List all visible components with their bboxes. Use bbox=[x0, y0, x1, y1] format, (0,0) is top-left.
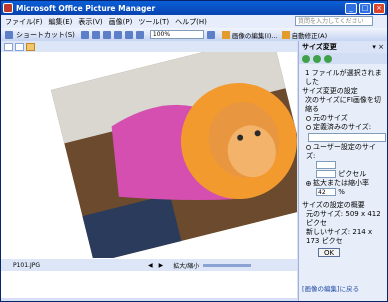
menu-view[interactable]: 表示(V) bbox=[78, 17, 102, 27]
menu-bar: ファイル(F) 編集(E) 表示(V) 画像(P) ツール(T) ヘルプ(H) … bbox=[1, 15, 387, 28]
custom-height-input[interactable] bbox=[316, 170, 336, 178]
app-window: Microsoft Office Picture Manager _ □ × フ… bbox=[0, 0, 388, 302]
paste-icon[interactable] bbox=[124, 30, 133, 39]
percent-unit: % bbox=[338, 188, 345, 196]
custom-size-radio[interactable] bbox=[306, 144, 311, 150]
task-pane-nav bbox=[299, 53, 387, 64]
task-pane: サイズ変更 ▾ × 1 ファイルが選択されました サイズ変更の設定 次のサイズに… bbox=[298, 41, 387, 301]
back-icon[interactable] bbox=[302, 54, 310, 63]
zoom-label: 拡大/縮小 bbox=[173, 262, 200, 270]
predefined-size-radio[interactable] bbox=[306, 124, 311, 130]
edit-pictures-button[interactable]: 画像の編集(I)... bbox=[221, 30, 278, 40]
help-search-input[interactable]: 質問を入力してください bbox=[295, 16, 373, 26]
maximize-button[interactable]: □ bbox=[359, 2, 371, 14]
edit-icon bbox=[221, 30, 230, 39]
print-icon[interactable] bbox=[91, 30, 100, 39]
auto-correct-icon bbox=[281, 30, 290, 39]
task-pane-close-icon[interactable]: ▾ × bbox=[372, 43, 384, 51]
prev-button[interactable]: ◀ bbox=[148, 262, 153, 269]
percent-radio[interactable] bbox=[306, 180, 311, 186]
view-bar bbox=[1, 41, 297, 52]
cut-icon[interactable] bbox=[102, 30, 111, 39]
auto-correct-button[interactable]: 自動修正(A) bbox=[281, 30, 328, 40]
resize-section-title: サイズ変更の設定 bbox=[302, 87, 358, 95]
app-icon bbox=[3, 3, 13, 13]
auto-correct-label: 自動修正(A) bbox=[291, 31, 328, 40]
original-size-label: 元のサイズ bbox=[313, 114, 348, 122]
percent-input[interactable]: 42 bbox=[316, 188, 336, 196]
new-size-summary-label: 新しいサイズ: bbox=[306, 228, 351, 236]
custom-width-input[interactable] bbox=[316, 161, 336, 169]
toolbar: ショートカット(S) 100% 画像の編集(I)... 自動修正(A) bbox=[1, 28, 387, 41]
task-pane-header: サイズ変更 ▾ × bbox=[299, 41, 387, 53]
ok-button[interactable]: OK bbox=[318, 248, 340, 257]
status-filename: P101.JPG bbox=[13, 261, 41, 269]
copy-icon[interactable] bbox=[113, 30, 122, 39]
title-bar: Microsoft Office Picture Manager _ □ × bbox=[1, 1, 387, 15]
resize-to-label: 次のサイズにFI画像を切縮る bbox=[305, 96, 381, 113]
shortcut-button[interactable]: ショートカット(S) bbox=[16, 30, 75, 40]
home-icon[interactable] bbox=[324, 54, 332, 63]
back-to-edit-link[interactable]: [画像の編集]に戻る bbox=[302, 283, 359, 293]
rotate-icon[interactable] bbox=[206, 30, 215, 39]
thumbnail-view-button[interactable] bbox=[4, 42, 13, 51]
zoom-select[interactable]: 100% bbox=[149, 30, 204, 39]
menu-file[interactable]: ファイル(F) bbox=[5, 17, 43, 27]
undo-icon[interactable] bbox=[135, 30, 144, 39]
zoom-slider[interactable] bbox=[203, 263, 252, 267]
menu-help[interactable]: ヘルプ(H) bbox=[175, 17, 207, 27]
original-size-summary-label: 元のサイズ: bbox=[306, 210, 344, 218]
menu-picture[interactable]: 画像(P) bbox=[109, 17, 133, 27]
minimize-button[interactable]: _ bbox=[345, 2, 357, 14]
edit-pictures-label: 画像の編集(I)... bbox=[231, 31, 278, 40]
predefined-size-dropdown[interactable] bbox=[308, 133, 386, 142]
single-view-button[interactable] bbox=[26, 42, 35, 51]
summary-title: サイズの設定の概要 bbox=[302, 201, 365, 209]
pixels-label: ピクセル bbox=[338, 170, 367, 178]
percent-label: 拡大または縮小率 bbox=[313, 179, 369, 187]
menu-edit[interactable]: 編集(E) bbox=[49, 17, 73, 27]
files-selected-text: 1 ファイルが選択されました bbox=[305, 69, 382, 86]
status-bar: P101.JPG ◀ ▶ 拡大/縮小 bbox=[1, 259, 297, 271]
window-title: Microsoft Office Picture Manager bbox=[16, 3, 156, 13]
save-icon[interactable] bbox=[80, 30, 89, 39]
original-size-radio[interactable] bbox=[306, 115, 311, 121]
cat-photo bbox=[1, 34, 316, 263]
forward-icon[interactable] bbox=[313, 54, 321, 63]
menu-tools[interactable]: ツール(T) bbox=[138, 17, 169, 27]
task-pane-title: サイズ変更 bbox=[302, 43, 337, 51]
next-button[interactable]: ▶ bbox=[159, 262, 164, 269]
custom-size-label: ユーザー設定のサイズ: bbox=[306, 143, 376, 160]
filmstrip-view-button[interactable] bbox=[15, 42, 24, 51]
shortcut-icon[interactable] bbox=[5, 30, 13, 39]
predefined-size-label: 定義済みのサイズ: bbox=[313, 123, 372, 131]
close-button[interactable]: × bbox=[373, 2, 385, 14]
